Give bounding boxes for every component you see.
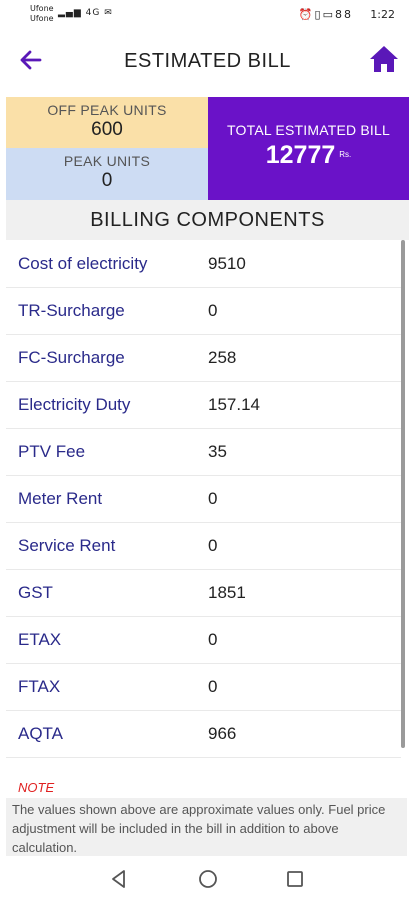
status-icons: ⏰▯▭88 [299,8,353,21]
table-row: TR-Surcharge 0 [6,287,401,335]
carrier-2: Ufone [30,14,54,23]
table-row: AQTA 966 [6,710,401,758]
battery-icon: ▭ [322,8,335,21]
clock: 1:22 [370,8,395,21]
status-bar: Ufone Ufone ▂▄▆ 4G ✉ ⏰▯▭88 1:22 [0,0,415,30]
recents-nav-icon[interactable] [284,868,306,890]
signal-indicator: ▂▄▆ 4G ✉ [58,8,113,18]
component-name: TR-Surcharge [18,301,125,320]
home-nav-icon[interactable] [197,868,219,890]
component-value: 157.14 [208,395,260,414]
alarm-icon: ⏰ [298,8,315,21]
offpeak-units-card: OFF PEAK UNITS 600 [6,97,208,148]
network-type: 4G [85,8,101,18]
component-value: 1851 [208,583,246,602]
app-bar: ESTIMATED BILL [0,30,415,92]
mail-icon: ✉ [104,8,113,18]
component-value: 0 [208,489,218,508]
table-row: FTAX 0 [6,663,401,711]
component-name: FTAX [18,677,61,696]
component-value: 0 [208,630,218,649]
component-value: 258 [208,348,237,367]
peak-units-label: PEAK UNITS [63,153,151,169]
billing-components-list[interactable]: Cost of electricity 9510 TR-Surcharge 0 … [6,240,409,760]
bill-summary: OFF PEAK UNITS 600 PEAK UNITS 0 TOTAL ES… [6,97,409,200]
component-value: 966 [208,724,237,743]
total-bill-value: 12777 [265,141,336,169]
component-value: 9510 [208,254,246,273]
peak-units-value: 0 [101,170,113,191]
note-text: The values shown above are approximate v… [6,798,407,859]
scrollbar[interactable] [401,240,405,748]
table-row: Electricity Duty 157.14 [6,381,401,429]
table-row: PTV Fee 35 [6,428,401,476]
carrier-1: Ufone [30,4,54,13]
home-icon[interactable] [367,42,401,76]
component-name: GST [18,583,53,602]
back-nav-icon[interactable] [108,868,130,890]
component-name: FC-Surcharge [18,348,125,367]
page-title: ESTIMATED BILL [124,50,291,72]
offpeak-units-value: 600 [91,119,123,140]
table-row: ETAX 0 [6,616,401,664]
total-bill-label: TOTAL ESTIMATED BILL [227,122,390,138]
component-name: Service Rent [18,536,116,555]
currency-label: Rs. [339,150,352,159]
table-row: GST 1851 [6,569,401,617]
offpeak-units-label: OFF PEAK UNITS [47,102,167,118]
component-name: ETAX [18,630,62,649]
table-row: Meter Rent 0 [6,475,401,523]
vibrate-icon: ▯ [314,8,323,21]
carrier-labels: Ufone Ufone [30,4,54,24]
component-name: AQTA [18,724,64,743]
component-name: Electricity Duty [18,395,131,414]
note-title: NOTE [18,780,55,795]
billing-components-header: BILLING COMPONENTS [6,200,409,240]
signal-icon: ▂▄▆ [58,8,82,18]
component-value: 0 [208,536,218,555]
component-name: Cost of electricity [18,254,148,273]
total-estimated-bill-card: TOTAL ESTIMATED BILL 12777 Rs. [208,97,409,200]
battery-level: 88 [335,8,353,21]
component-name: PTV Fee [18,442,86,461]
component-value: 0 [208,677,218,696]
system-nav-bar [0,856,415,900]
table-row: Cost of electricity 9510 [6,240,401,288]
table-row: FC-Surcharge 258 [6,334,401,382]
table-row: Service Rent 0 [6,522,401,570]
component-name: Meter Rent [18,489,103,508]
component-value: 35 [208,442,227,461]
component-value: 0 [208,301,218,320]
peak-units-card: PEAK UNITS 0 [6,148,208,200]
